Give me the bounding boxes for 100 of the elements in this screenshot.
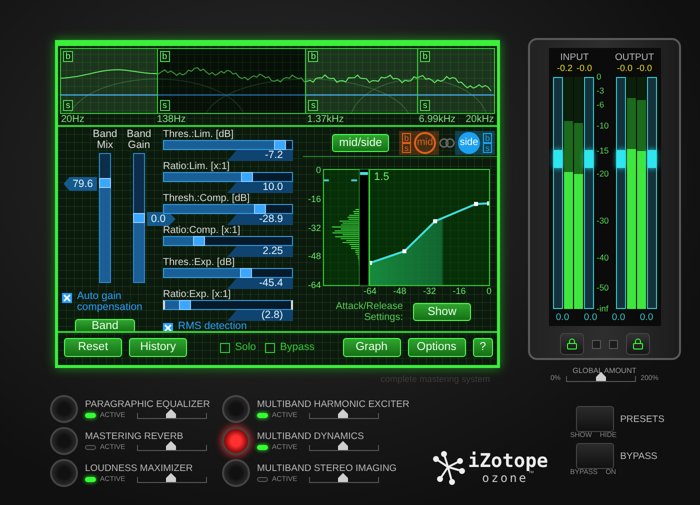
auto-gain-checkbox[interactable] bbox=[62, 293, 72, 303]
frequency-label: 20kHz bbox=[466, 114, 494, 125]
channel-toggle[interactable]: side bbox=[458, 132, 480, 154]
toolbar-checkbox[interactable] bbox=[265, 343, 276, 353]
slider-track[interactable] bbox=[163, 236, 293, 246]
band-solo-toggle[interactable]: s bbox=[420, 100, 430, 111]
frequency-label: 6.99kHz bbox=[418, 114, 456, 125]
band-solo-toggle[interactable]: s bbox=[63, 100, 73, 111]
mid-side-button[interactable]: mid/side bbox=[332, 134, 389, 152]
slider-thumb[interactable] bbox=[166, 472, 176, 482]
fader-thumb[interactable] bbox=[616, 150, 624, 168]
scale-label: -50 bbox=[596, 284, 609, 293]
scale-label: -15 bbox=[596, 146, 609, 156]
axis-tick-label: 0 bbox=[316, 165, 321, 175]
fader-thumb[interactable] bbox=[554, 150, 562, 168]
slider-thumb[interactable] bbox=[179, 300, 192, 310]
slider-thumb[interactable] bbox=[192, 236, 205, 246]
slider-track[interactable] bbox=[163, 204, 293, 214]
axis-tick-label: -32 bbox=[308, 222, 321, 232]
frequency-label: 138Hz bbox=[156, 114, 186, 125]
slider-thumb[interactable] bbox=[166, 440, 176, 450]
scale-label: -30 bbox=[596, 216, 609, 226]
slider-thumb[interactable] bbox=[133, 213, 145, 223]
scale-label: -inf bbox=[596, 304, 608, 314]
band-solo-toggle[interactable]: s bbox=[160, 100, 170, 111]
band-bypass-toggle[interactable]: b bbox=[308, 51, 318, 62]
fader-label: Band Gain bbox=[126, 129, 152, 153]
slider-thumb[interactable] bbox=[338, 408, 348, 418]
slider-track[interactable] bbox=[163, 300, 293, 310]
slider-label: Ratio:Lim. [x:1] bbox=[163, 161, 231, 172]
channel-solo-toggle[interactable]: s bbox=[483, 142, 492, 152]
channel-bypass-toggle[interactable]: b bbox=[483, 132, 492, 142]
curve-point-handle[interactable] bbox=[433, 219, 438, 224]
axis-tick-label: -32 bbox=[423, 286, 436, 296]
slider-thumb[interactable] bbox=[240, 268, 252, 278]
peak-reading: -0.2 bbox=[556, 63, 572, 74]
link-icon[interactable] bbox=[439, 136, 455, 148]
curve-point-handle[interactable] bbox=[487, 201, 489, 206]
product-name: ozone bbox=[482, 470, 528, 484]
slider-thumb[interactable] bbox=[274, 140, 286, 150]
toolbar-button[interactable]: Options bbox=[408, 338, 466, 356]
vertical-slider-track[interactable] bbox=[99, 153, 111, 283]
scale-label: -20 bbox=[596, 170, 609, 179]
band-bypass-toggle[interactable]: b bbox=[420, 51, 430, 62]
curve-point-handle[interactable] bbox=[402, 249, 406, 254]
slider-thumb[interactable] bbox=[99, 178, 111, 188]
value-readout: -7.2 bbox=[227, 150, 293, 161]
toolbar-button[interactable]: Graph bbox=[342, 338, 401, 356]
meter-peak-segment bbox=[636, 100, 646, 152]
slider-thumb[interactable] bbox=[254, 204, 266, 214]
ratio-bar[interactable] bbox=[359, 169, 369, 286]
fader-value: 0.0 bbox=[638, 312, 654, 323]
value-readout: 2.25 bbox=[227, 246, 293, 257]
fader-value: 0.0 bbox=[582, 312, 598, 323]
lock-button[interactable] bbox=[626, 333, 650, 355]
vertical-slider-track[interactable] bbox=[133, 153, 145, 283]
toggle-switch[interactable] bbox=[576, 443, 614, 469]
toolbar-button[interactable]: Reset bbox=[64, 338, 122, 356]
module-knob[interactable] bbox=[222, 427, 250, 455]
frequency-band[interactable]: b s bbox=[61, 49, 158, 113]
checkbox-label: Bypass bbox=[280, 342, 314, 352]
checkbox-label: Solo bbox=[235, 342, 256, 352]
channel-solo-toggle[interactable]: s bbox=[402, 142, 411, 152]
slider-track[interactable] bbox=[163, 140, 293, 150]
band-solo-toggle[interactable]: s bbox=[308, 100, 318, 111]
toolbar-button[interactable]: ? bbox=[472, 338, 493, 356]
gain-fader-track[interactable] bbox=[616, 77, 626, 309]
lock-button[interactable] bbox=[560, 333, 584, 355]
frequency-band[interactable]: b s bbox=[158, 49, 306, 113]
switch-title: PRESETS bbox=[620, 414, 664, 424]
slider-thumb[interactable] bbox=[338, 440, 348, 450]
checkbox-label: RMS detection bbox=[178, 321, 247, 332]
toggle-switch[interactable] bbox=[576, 406, 614, 432]
gain-fader-track[interactable] bbox=[584, 77, 594, 309]
slider-thumb[interactable] bbox=[241, 172, 254, 182]
fader-thumb[interactable] bbox=[648, 150, 656, 168]
module-name: MULTIBAND DYNAMICS bbox=[257, 431, 365, 442]
slider-thumb[interactable] bbox=[166, 408, 176, 418]
frequency-label: 20Hz bbox=[61, 114, 84, 125]
toolbar-button[interactable]: History bbox=[129, 338, 187, 356]
slider-thumb[interactable] bbox=[596, 372, 606, 380]
channel-bypass-toggle[interactable]: b bbox=[402, 132, 411, 142]
slider-track[interactable] bbox=[163, 172, 293, 182]
frequency-band[interactable]: b s bbox=[306, 49, 418, 113]
slider-track[interactable] bbox=[163, 268, 293, 278]
fader-thumb[interactable] bbox=[584, 150, 592, 168]
scale-label: -10 bbox=[596, 121, 609, 130]
show-button[interactable]: Show bbox=[413, 303, 471, 321]
curve-point-handle[interactable] bbox=[474, 202, 478, 206]
slider-thumb[interactable] bbox=[338, 472, 348, 482]
value-readout: 0.0 bbox=[147, 212, 176, 226]
gain-fader-track[interactable] bbox=[552, 77, 562, 309]
channel-toggle[interactable]: mid bbox=[414, 132, 436, 154]
band-bypass-toggle[interactable]: b bbox=[160, 51, 170, 62]
value-readout: 79.6 bbox=[64, 176, 97, 191]
gain-fader-track[interactable] bbox=[646, 77, 656, 309]
band-bypass-toggle[interactable]: b bbox=[63, 51, 73, 62]
frequency-band[interactable]: b s bbox=[418, 49, 494, 113]
fader-value: 0.0 bbox=[610, 312, 626, 323]
toolbar-checkbox[interactable] bbox=[220, 343, 230, 353]
